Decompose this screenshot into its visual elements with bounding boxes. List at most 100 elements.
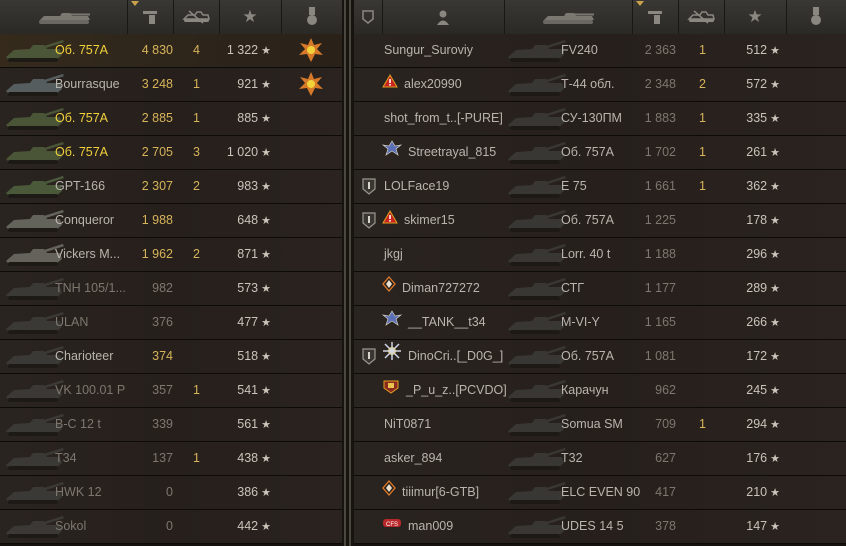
- table-row[interactable]: Vickers M... 1 962 2 871 ★: [0, 238, 342, 272]
- vehicle-name: Sokol: [55, 519, 87, 533]
- table-row[interactable]: TNH 105/1... 982 573 ★: [0, 272, 342, 306]
- table-row[interactable]: DinoCri..[_D0G_] Об. 757А 1 081 172 ★: [354, 340, 846, 374]
- destroyed-tank-icon: [182, 10, 210, 24]
- xp-value: 266 ★: [724, 306, 780, 339]
- platoon-icon: [362, 10, 374, 24]
- panel-divider: [344, 0, 346, 546]
- xp-column-header[interactable]: ★: [724, 0, 787, 34]
- tank-icon: [504, 71, 566, 99]
- kills-column-header[interactable]: [678, 0, 725, 34]
- medal-column-header[interactable]: [786, 0, 846, 34]
- player-icon: [437, 10, 449, 25]
- table-row[interactable]: _P_u_z..[PCVDO] Карачун 962 245 ★: [354, 374, 846, 408]
- star-icon: ★: [261, 385, 271, 397]
- vehicle-name: GPT-166: [55, 179, 106, 193]
- player-name-text: _P_u_z..[PCVDO]: [406, 383, 507, 397]
- xp-column-header[interactable]: ★: [219, 0, 282, 34]
- achievement-medal-icon[interactable]: [298, 71, 324, 97]
- xp-value: 921 ★: [219, 68, 271, 101]
- kills-value: [699, 476, 719, 509]
- vehicle-column-header[interactable]: [504, 0, 633, 34]
- table-row[interactable]: Об. 757А 4 830 4 1 322 ★: [0, 34, 342, 68]
- table-row[interactable]: Diman727272 СТГ 1 177 289 ★: [354, 272, 846, 306]
- cannon-icon: [143, 11, 157, 24]
- damage-value: 0: [166, 519, 173, 533]
- xp-number: 294: [746, 417, 768, 431]
- damage-value: 2 705: [141, 145, 173, 159]
- table-row[interactable]: Об. 757А 2 885 1 885 ★: [0, 102, 342, 136]
- vehicle-name: FV240: [561, 43, 598, 57]
- table-row[interactable]: Streetrayal_815 Об. 757А 1 702 1 261 ★: [354, 136, 846, 170]
- table-row[interactable]: alex20990 Т-44 обл. 2 348 2 572 ★: [354, 68, 846, 102]
- damage-value: 2 348: [644, 77, 676, 91]
- clan-column-header[interactable]: [354, 0, 383, 34]
- table-row[interactable]: shot_from_t..[-PURE] СУ-130ПМ 1 883 1 335 ★: [354, 102, 846, 136]
- table-row[interactable]: skimer15 Об. 757А 1 225 178 ★: [354, 204, 846, 238]
- star-icon: ★: [770, 147, 780, 159]
- table-row[interactable]: LOLFace19 E 75 1 661 1 362 ★: [354, 170, 846, 204]
- kills-value: 2: [193, 179, 200, 193]
- damage-column-header[interactable]: [127, 0, 174, 34]
- kills-value: 1: [193, 383, 200, 397]
- star-icon: ★: [770, 181, 780, 193]
- table-row[interactable]: T34 137 1 438 ★: [0, 442, 342, 476]
- damage-column-header[interactable]: [632, 0, 679, 34]
- star-icon: ★: [261, 521, 271, 533]
- medal-column-header[interactable]: [281, 0, 342, 34]
- diamond-icon: [382, 476, 396, 509]
- kills-value: [193, 204, 213, 237]
- player-column-header[interactable]: [382, 0, 505, 34]
- vehicle-name: Vickers M...: [55, 247, 121, 261]
- xp-number: 296: [746, 247, 768, 261]
- xp-value: 1 322 ★: [219, 34, 271, 67]
- kills-value: 1: [699, 111, 706, 125]
- table-row[interactable]: Conqueror 1 988 648 ★: [0, 204, 342, 238]
- table-row[interactable]: CFS man009 UDES 14 5 378 147 ★: [354, 510, 846, 544]
- table-row[interactable]: NiT0871 Somua SM 709 1 294 ★: [354, 408, 846, 442]
- xp-number: 210: [746, 485, 768, 499]
- table-row[interactable]: asker_894 T32 627 176 ★: [354, 442, 846, 476]
- tank-column-header[interactable]: [0, 0, 128, 34]
- table-row[interactable]: VK 100.01 P 357 1 541 ★: [0, 374, 342, 408]
- kills-value: [699, 442, 719, 475]
- star-icon: ★: [770, 45, 780, 57]
- damage-value: 417: [655, 485, 676, 499]
- damage-value: 1 177: [644, 281, 676, 295]
- kills-value: [699, 238, 719, 271]
- table-row[interactable]: Об. 757А 2 705 3 1 020 ★: [0, 136, 342, 170]
- kills-value: [699, 272, 719, 305]
- player-name-text: jkgj: [384, 247, 403, 261]
- xp-number: 386: [237, 485, 259, 499]
- table-row[interactable]: tiiimur[6-GTB] ELC EVEN 90 417 210 ★: [354, 476, 846, 510]
- table-row[interactable]: Charioteer 374 518 ★: [0, 340, 342, 374]
- player-name-text: DinoCri..[_D0G_]: [408, 349, 504, 363]
- vehicle-name: Карачун: [561, 383, 609, 397]
- table-row[interactable]: GPT-166 2 307 2 983 ★: [0, 170, 342, 204]
- damage-value: 1 702: [644, 145, 676, 159]
- table-row[interactable]: jkgj Lorr. 40 t 1 188 296 ★: [354, 238, 846, 272]
- table-row[interactable]: B-C 12 t 339 561 ★: [0, 408, 342, 442]
- table-row[interactable]: ULAN 376 477 ★: [0, 306, 342, 340]
- table-row[interactable]: Sungur_Suroviy FV240 2 363 1 512 ★: [354, 34, 846, 68]
- vehicle-name: M-VI-Y: [561, 315, 600, 329]
- star-icon: ★: [770, 283, 780, 295]
- xp-value: 289 ★: [724, 272, 780, 305]
- sun-badge-icon: [382, 340, 402, 373]
- kills-column-header[interactable]: [173, 0, 220, 34]
- tank-icon: [504, 411, 566, 439]
- kills-value: 1: [193, 111, 200, 125]
- damage-value: 982: [152, 281, 173, 295]
- table-row[interactable]: Sokol 0 442 ★: [0, 510, 342, 544]
- achievement-medal-icon[interactable]: [298, 37, 324, 63]
- table-row[interactable]: Bourrasque 3 248 1 921 ★: [0, 68, 342, 102]
- table-row[interactable]: HWK 12 0 386 ★: [0, 476, 342, 510]
- star-icon: ★: [770, 249, 780, 261]
- xp-value: 178 ★: [724, 204, 780, 237]
- star-icon: ★: [770, 453, 780, 465]
- xp-value: 512 ★: [724, 34, 780, 67]
- kills-value: [193, 408, 213, 441]
- rank-wings-icon: [381, 306, 403, 339]
- damage-value: 1 165: [644, 315, 676, 329]
- table-row[interactable]: __TANK__t34 M-VI-Y 1 165 266 ★: [354, 306, 846, 340]
- damage-value: 376: [152, 315, 173, 329]
